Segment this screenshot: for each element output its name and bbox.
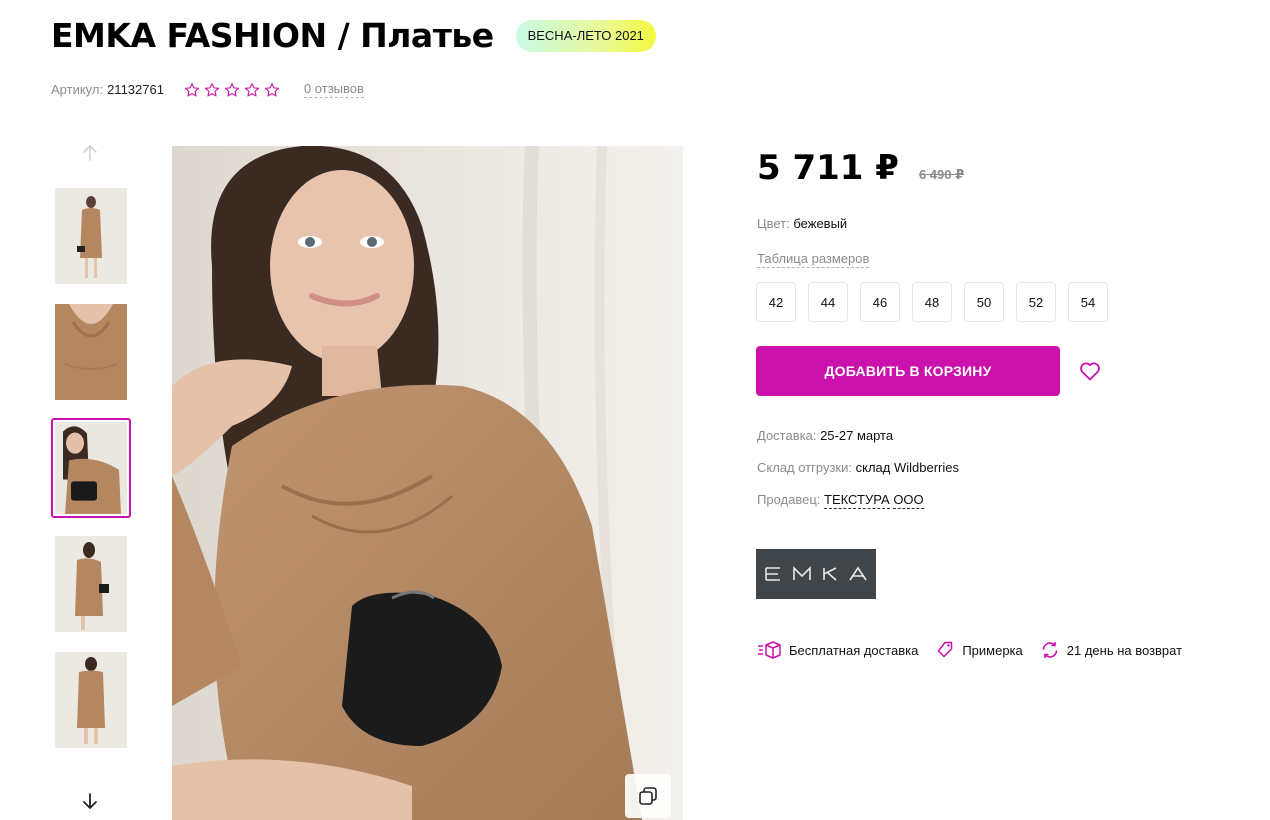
current-price: 5 711 ₽ — [757, 148, 899, 188]
article-value: 21132761 — [107, 82, 164, 97]
delivery-value: 25-27 марта — [820, 428, 894, 443]
warehouse-row: Склад отгрузки: склад Wildberries — [757, 460, 959, 475]
gallery-thumbnail[interactable] — [55, 536, 127, 632]
article-label: Артикул: — [51, 82, 104, 97]
feature-free-delivery: Бесплатная доставка — [757, 640, 918, 660]
size-option[interactable]: 46 — [860, 282, 900, 322]
star-icon — [224, 82, 240, 96]
reviews-link[interactable]: 0 отзывов — [303, 81, 364, 98]
seller-label: Продавец: — [757, 492, 821, 507]
price-row: 5 711 ₽ 6 490 ₽ — [757, 148, 964, 188]
arrow-down-icon[interactable] — [80, 791, 100, 811]
star-icon — [184, 82, 200, 96]
seller-row: Продавец: ТЕКСТУРА ООО — [757, 492, 924, 509]
title-row: EMKA FASHION / Платье ВЕСНА-ЛЕТО 2021 — [51, 16, 656, 55]
color-label: Цвет: — [757, 216, 790, 231]
brand-logo[interactable] — [756, 549, 876, 599]
tag-icon — [938, 641, 953, 658]
feature-label: Бесплатная доставка — [789, 642, 919, 658]
size-selector: 42 44 46 48 50 52 54 — [756, 282, 1108, 322]
delivery-row: Доставка: 25-27 марта — [757, 428, 893, 443]
features-row: Бесплатная доставка Примерка 21 день на … — [757, 640, 1200, 660]
size-table-link[interactable]: Таблица размеров — [757, 251, 870, 268]
size-option[interactable]: 50 — [964, 282, 1004, 322]
seller-name-link[interactable]: ТЕКСТУРА — [824, 492, 890, 509]
meta-row: Артикул: 21132761 0 отзывов — [51, 81, 364, 98]
size-option[interactable]: 52 — [1016, 282, 1056, 322]
feature-return: 21 день на возврат — [1041, 641, 1182, 659]
gallery-thumbnail[interactable] — [55, 652, 127, 748]
color-row: Цвет: бежевый — [757, 216, 847, 231]
star-icon — [244, 82, 260, 96]
star-icon — [264, 82, 280, 96]
gallery-thumbnail-active[interactable] — [51, 418, 131, 518]
size-option[interactable]: 42 — [756, 282, 796, 322]
return-arrows-icon — [1042, 641, 1058, 659]
size-option[interactable]: 44 — [808, 282, 848, 322]
zoom-button[interactable] — [625, 774, 671, 818]
old-price: 6 490 ₽ — [918, 167, 965, 182]
heart-icon[interactable] — [1078, 359, 1102, 383]
feature-label: 21 день на возврат — [1066, 642, 1183, 658]
warehouse-label: Склад отгрузки: — [757, 460, 852, 475]
seller-type-link[interactable]: ООО — [893, 492, 924, 509]
product-title: EMKA FASHION / Платье — [51, 16, 494, 55]
star-icon — [204, 82, 220, 96]
copy-icon — [639, 787, 657, 805]
add-to-cart-button[interactable]: ДОБАВИТЬ В КОРЗИНУ — [756, 346, 1060, 396]
color-value: бежевый — [793, 216, 848, 231]
feature-fitting: Примерка — [936, 641, 1023, 659]
feature-label: Примерка — [962, 642, 1023, 658]
size-option[interactable]: 54 — [1068, 282, 1108, 322]
main-product-photo[interactable] — [172, 146, 683, 820]
size-option[interactable]: 48 — [912, 282, 952, 322]
arrow-up-icon[interactable] — [80, 143, 100, 163]
product-photo-image — [172, 146, 683, 820]
delivery-label: Доставка: — [757, 428, 817, 443]
emka-logo — [765, 566, 867, 581]
warehouse-value: склад Wildberries — [855, 460, 959, 475]
gallery-thumbnail[interactable] — [55, 304, 127, 400]
delivery-box-icon — [758, 641, 781, 659]
season-badge: ВЕСНА-ЛЕТО 2021 — [515, 19, 656, 52]
rating-stars[interactable] — [184, 82, 280, 98]
gallery-thumbnail[interactable] — [55, 188, 127, 284]
